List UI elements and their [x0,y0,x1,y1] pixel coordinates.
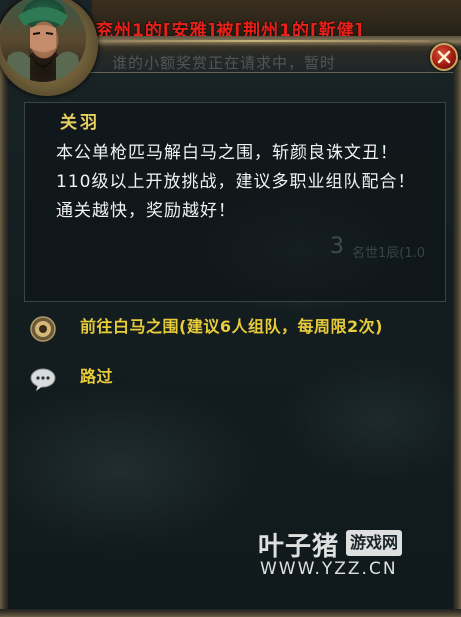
option-go-baima[interactable]: 前往白马之围(建议6人组队，每周限2次) [30,316,430,362]
npc-portrait-guan-yu [0,0,86,82]
faint-background-label: 名世1辰(1.0 [352,246,426,261]
option-pass-by[interactable]: 路过 [30,366,430,392]
watermark-url: WWW.YZZ.CN [260,559,398,579]
faint-background-number: 3 [330,234,344,259]
close-icon [437,50,451,64]
option-label-pass-by: 路过 [80,367,114,386]
option-label-go-baima: 前往白马之围(建议6人组队，每周限2次) [80,317,383,336]
watermark-brand: 叶子猪 [258,532,340,562]
coin-icon [30,316,56,342]
frame-gold-line [80,40,430,42]
dialog-text: 本公单枪匹马解白马之围，斩颜良诛文丑！110级以上开放挑战，建议多职业组队配合！… [56,143,416,221]
watermark-badge: 游戏网 [346,530,403,556]
chat-bubble-icon [30,368,56,391]
npc-name: 关羽 [60,113,100,133]
game-background [0,0,461,617]
npc-portrait-frame [0,0,98,96]
dialog-frame-left [0,60,8,617]
close-button[interactable] [430,43,458,71]
faint-background-text: 谁的小额奖赏正在请求中，暂时 [112,54,337,72]
site-watermark: 叶子猪 游戏网 WWW.YZZ.CN [258,526,438,586]
dialog-frame-bottom [0,609,461,617]
dialog-frame-right [453,60,461,617]
